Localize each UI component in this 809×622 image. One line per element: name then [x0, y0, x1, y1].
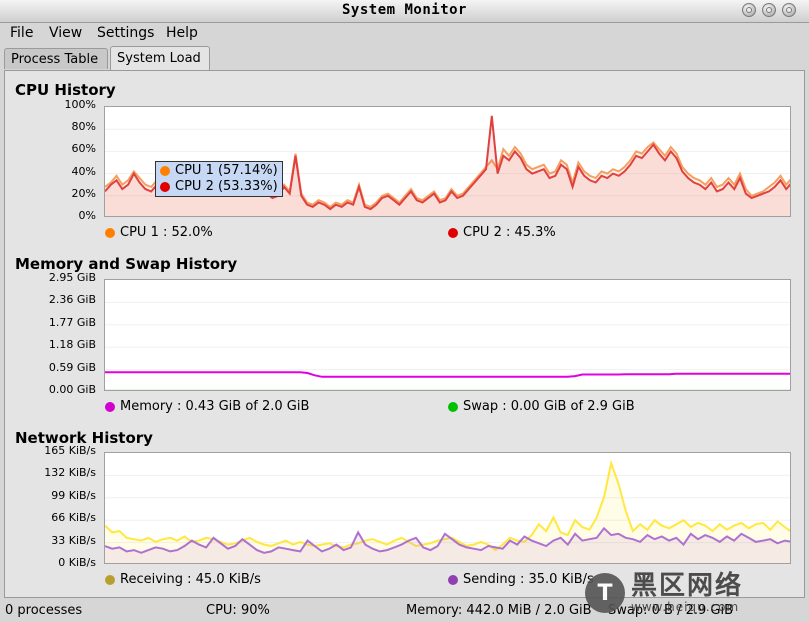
cpu-tooltip: CPU 1 (57.14%) CPU 2 (53.33%): [155, 161, 283, 197]
menu-help[interactable]: Help: [166, 25, 198, 41]
swap-legend: Swap : 0.00 GiB of 2.9 GiB: [448, 399, 635, 414]
cpu2-legend: CPU 2 : 45.3%: [448, 225, 556, 240]
cpu-ytick-label: 100%: [64, 98, 96, 111]
memory-ytick-label: 2.36 GiB: [48, 293, 96, 307]
memory-ytick-label: 1.18 GiB: [48, 338, 96, 352]
cpu1-legend-label: CPU 1 : 52.0%: [120, 225, 213, 240]
tab-system-load[interactable]: System Load: [110, 46, 210, 70]
watermark-main: 黑区网络: [631, 571, 744, 601]
menu-settings[interactable]: Settings: [97, 25, 154, 41]
status-cpu: CPU: 90%: [206, 603, 270, 618]
cpu-tooltip-row: CPU 2 (53.33%): [160, 179, 278, 195]
network-ytick-label: 0 KiB/s: [58, 556, 96, 569]
network-ytick-label: 132 KiB/s: [44, 466, 96, 480]
window-title: System Monitor: [341, 2, 467, 18]
memory-legend: Memory : 0.43 GiB of 2.0 GiB: [105, 399, 309, 414]
network-ytick-label: 66 KiB/s: [51, 511, 96, 525]
cpu1-legend-dot: [105, 227, 115, 238]
cpu-ytick-label: 40%: [71, 164, 96, 178]
cpu1-legend: CPU 1 : 52.0%: [105, 225, 213, 240]
minimize-button[interactable]: [742, 3, 756, 17]
cpu-tooltip-row: CPU 1 (57.14%): [160, 163, 278, 179]
cpu2-legend-dot: [448, 227, 458, 238]
swap-legend-dot: [448, 401, 458, 412]
sending-legend: Sending : 35.0 KiB/s: [448, 572, 594, 587]
receiving-legend-label: Receiving : 45.0 KiB/s: [120, 572, 261, 587]
receiving-legend-dot: [105, 574, 115, 585]
watermark: T 黑区网络 www.heiqu.com: [579, 564, 809, 622]
network-ytick-label: 165 KiB/s: [44, 444, 96, 457]
memory-ytick-label: 1.77 GiB: [48, 315, 96, 329]
watermark-text: 黑区网络 www.heiqu.com: [631, 572, 743, 614]
cpu2-tooltip-dot: [160, 182, 170, 192]
memory-legend-label: Memory : 0.43 GiB of 2.0 GiB: [120, 399, 310, 414]
memory-ytick-label: 0.00 GiB: [48, 383, 96, 396]
memory-history-plot: [105, 301, 790, 390]
memory-ytick-label: 2.95 GiB: [48, 271, 96, 284]
receiving-legend: Receiving : 45.0 KiB/s: [105, 572, 261, 587]
tab-process-table[interactable]: Process Table: [4, 48, 108, 69]
network-ytick-label: 99 KiB/s: [51, 488, 96, 502]
cpu2-legend-label: CPU 2 : 45.3%: [463, 225, 556, 240]
cpu-ytick-label: 80%: [71, 120, 96, 134]
watermark-sub: www.heiqu.com: [631, 600, 740, 614]
network-ytick-label: 33 KiB/s: [51, 533, 96, 547]
series-line-memory: [105, 371, 790, 378]
maximize-button[interactable]: [762, 3, 776, 17]
menu-view[interactable]: View: [49, 25, 82, 41]
close-button[interactable]: [782, 3, 796, 17]
status-memory: Memory: 442.0 MiB / 2.0 GiB: [406, 603, 592, 618]
cpu-ytick-label: 60%: [71, 142, 96, 156]
cpu1-tooltip-label: CPU 1 (57.14%): [175, 163, 278, 178]
memory-ytick-label: 0.59 GiB: [48, 360, 96, 374]
status-processes: 0 processes: [5, 603, 83, 618]
cpu-history-title: CPU History: [15, 81, 116, 99]
sending-legend-label: Sending : 35.0 KiB/s: [463, 572, 594, 587]
swap-legend-label: Swap : 0.00 GiB of 2.9 GiB: [463, 399, 635, 414]
menubar: File View Settings Help: [0, 22, 809, 44]
menu-file[interactable]: File: [10, 25, 33, 41]
cpu2-tooltip-label: CPU 2 (53.33%): [175, 179, 278, 194]
memory-history-graph[interactable]: [104, 279, 791, 391]
memory-legend-dot: [105, 401, 115, 412]
network-history-graph[interactable]: [104, 452, 791, 564]
window-titlebar[interactable]: System Monitor: [0, 0, 809, 23]
cpu-ytick-label: 20%: [71, 186, 96, 200]
cpu1-tooltip-dot: [160, 166, 170, 176]
sending-legend-dot: [448, 574, 458, 585]
network-history-plot: [105, 459, 790, 563]
watermark-logo-icon: T: [585, 573, 625, 613]
cpu-ytick-label: 0%: [78, 209, 96, 222]
